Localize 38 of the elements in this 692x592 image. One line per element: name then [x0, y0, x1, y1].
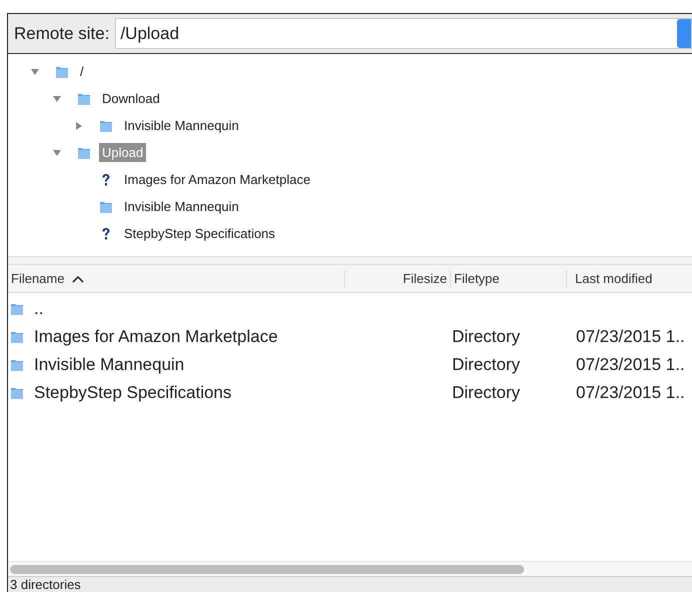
remote-site-label: Remote site: — [14, 24, 110, 44]
scrollbar-thumb[interactable] — [10, 564, 524, 574]
table-cell: 07/23/2015 1.. — [576, 327, 685, 347]
status-text: 3 directories — [10, 578, 81, 592]
folder-icon — [55, 64, 69, 78]
file-name[interactable]: Invisible Mannequin — [34, 355, 184, 375]
column-header[interactable]: Filename — [8, 270, 344, 288]
folder-icon — [77, 92, 91, 106]
column-header[interactable]: Filetype — [450, 270, 566, 288]
folder-icon — [10, 302, 24, 316]
folder-icon — [10, 358, 24, 372]
tree-item[interactable]: Invisible Mannequin — [121, 116, 242, 135]
tree-item[interactable]: Download — [99, 89, 163, 108]
file-name[interactable]: StepbyStep Specifications — [34, 383, 232, 403]
folder-icon — [99, 200, 113, 214]
collapse-triangle-icon[interactable] — [52, 94, 62, 104]
folder-icon — [77, 146, 91, 160]
column-header[interactable]: Filesize — [344, 270, 450, 288]
remote-site-field[interactable]: /Upload — [115, 18, 692, 49]
tree-item[interactable]: StepbyStep Specifications — [121, 224, 278, 243]
collapse-triangle-icon[interactable] — [30, 66, 40, 76]
table-cell: 07/23/2015 1.. — [576, 355, 685, 375]
tree-item[interactable]: / — [77, 62, 87, 81]
horizontal-scrollbar[interactable] — [8, 561, 692, 576]
folder-icon — [10, 330, 24, 344]
file-name[interactable]: Images for Amazon Marketplace — [34, 327, 278, 347]
collapse-triangle-icon[interactable] — [52, 148, 62, 158]
table-cell: Directory — [452, 383, 520, 403]
column-header[interactable]: Last modified — [566, 270, 692, 288]
table-cell: Directory — [452, 355, 520, 375]
file-name[interactable]: .. — [34, 299, 44, 319]
folder-icon — [99, 118, 113, 132]
tree-item[interactable]: Images for Amazon Marketplace — [121, 170, 314, 189]
table-cell: 07/23/2015 1.. — [576, 383, 685, 403]
folder-icon — [10, 386, 24, 400]
table-cell: Directory — [452, 327, 520, 347]
tree-item[interactable]: Invisible Mannequin — [121, 197, 242, 216]
expand-triangle-icon[interactable] — [74, 120, 84, 130]
